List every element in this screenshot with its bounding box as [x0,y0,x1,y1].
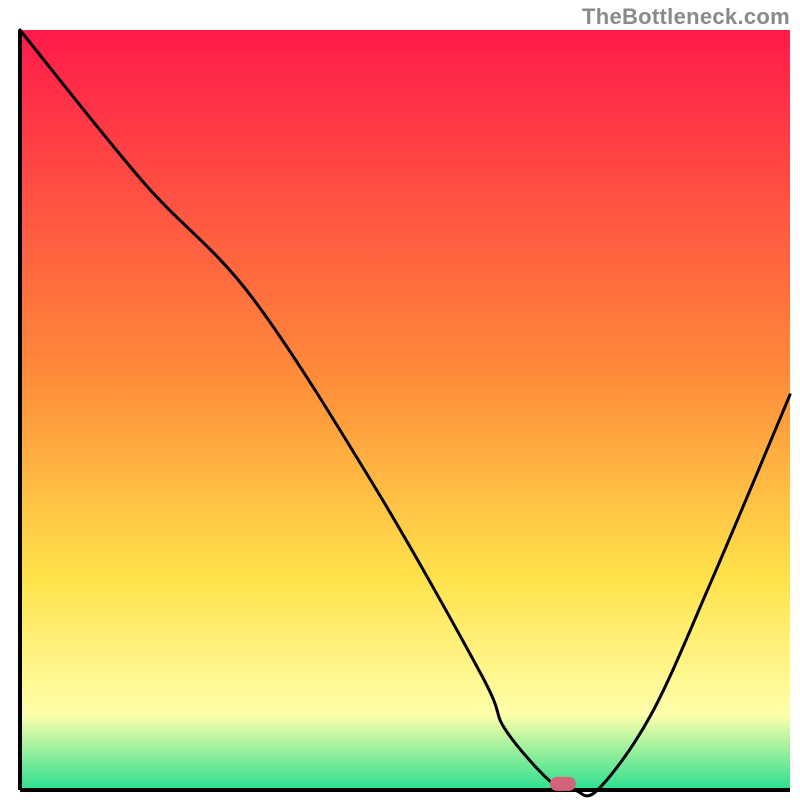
watermark-text: TheBottleneck.com [582,4,790,30]
plot-background [20,30,790,790]
optimal-marker [550,777,576,791]
bottleneck-chart [0,0,800,800]
chart-container: { "watermark": "TheBottleneck.com", "cha… [0,0,800,800]
